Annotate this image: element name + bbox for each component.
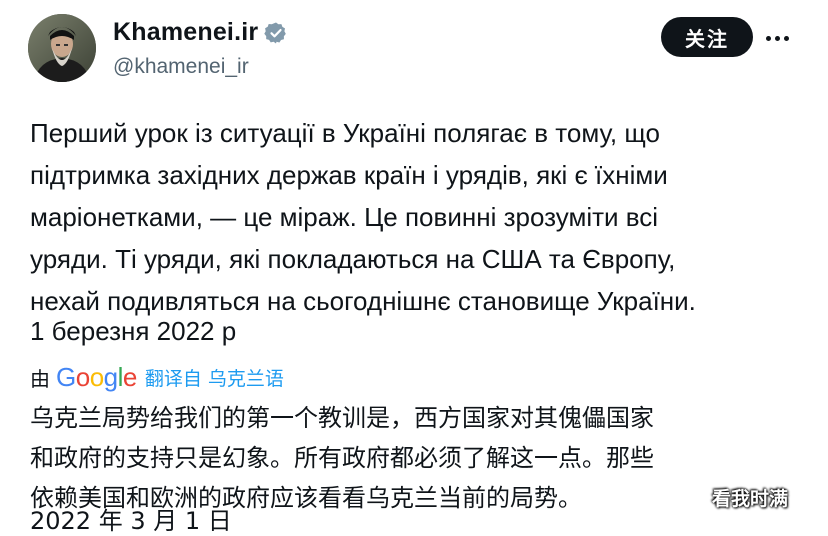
author-handle[interactable]: @khamenei_ir xyxy=(113,55,249,79)
tweet-line: уряди. Ті уряди, які покладаються на США… xyxy=(30,244,676,274)
google-logo: Google xyxy=(56,362,137,392)
follow-button[interactable]: 关注 xyxy=(661,17,753,57)
tweet-line: підтримка західних держав країн і урядів… xyxy=(30,160,668,190)
more-dot xyxy=(784,35,789,41)
display-name[interactable]: Khamenei.ir xyxy=(113,18,258,47)
translated-from-link[interactable]: 翻译自 乌克兰语 xyxy=(145,364,284,391)
tweet-line: Перший урок із ситуації в Україні поляга… xyxy=(30,118,660,148)
translated-text: 乌克兰局势给我们的第一个教训是，西方国家对其傀儡国家 和政府的支持只是幻象。所有… xyxy=(30,398,820,518)
tweet-text: Перший урок із ситуації в Україні поляга… xyxy=(30,112,810,322)
author-name-row: Khamenei.ir xyxy=(113,18,288,47)
avatar-image xyxy=(28,14,96,82)
avatar[interactable] xyxy=(28,14,96,82)
translated-line: 乌克兰局势给我们的第一个教训是，西方国家对其傀儡国家 xyxy=(30,404,654,432)
more-dot xyxy=(766,35,771,41)
verified-badge-icon xyxy=(264,21,288,45)
by-label: 由 xyxy=(30,367,50,391)
translated-date: 2022 年 3 月 1 日 xyxy=(30,507,232,535)
translation-attribution: 由 Google 翻译自 乌克兰语 xyxy=(30,362,284,393)
translated-line: 和政府的支持只是幻象。所有政府都必须了解这一点。那些 xyxy=(30,444,654,472)
tweet-line: маріонетками, — це міраж. Це повинні зро… xyxy=(30,202,659,232)
tweet-date: 1 березня 2022 р xyxy=(30,316,237,346)
more-options-icon[interactable] xyxy=(766,28,798,48)
more-dot xyxy=(775,35,780,41)
watermark: 看我时满 xyxy=(712,488,789,510)
